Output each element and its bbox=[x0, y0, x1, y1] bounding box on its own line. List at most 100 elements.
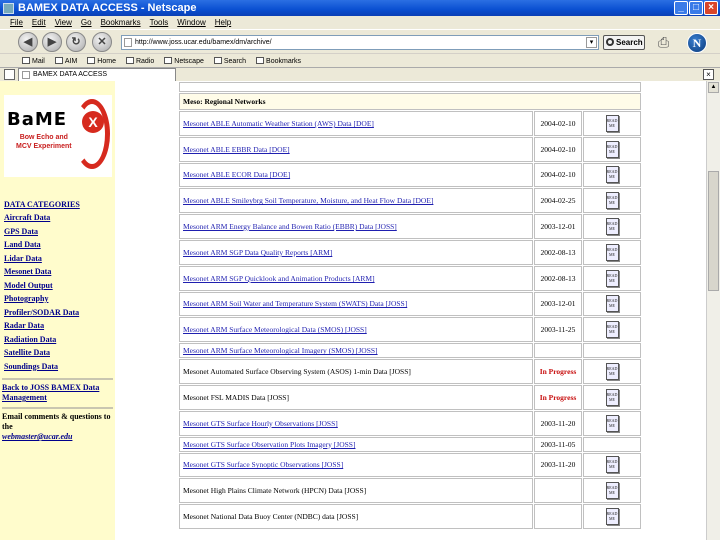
personal-item-search[interactable]: Search bbox=[213, 56, 246, 65]
back-icon[interactable]: ◀ bbox=[18, 32, 38, 52]
dataset-link[interactable]: Mesonet GTS Surface Observation Plots Im… bbox=[183, 440, 355, 449]
forward-icon[interactable]: ▶ bbox=[42, 32, 62, 52]
personal-item-radio[interactable]: Radio bbox=[125, 56, 154, 65]
dataset-link[interactable]: Mesonet ARM SGP Quicklook and Animation … bbox=[183, 274, 375, 283]
dataset-link[interactable]: Mesonet ARM SGP Data Quality Reports [AR… bbox=[183, 248, 332, 257]
search-icon bbox=[606, 38, 614, 46]
table-row: Mesonet GTS Surface Observation Plots Im… bbox=[179, 436, 641, 452]
personal-item-netscape[interactable]: Netscape bbox=[164, 56, 204, 65]
minimize-button[interactable]: _ bbox=[674, 1, 688, 15]
category-link-profiler-sodar[interactable]: Profiler/SODAR Data bbox=[4, 306, 114, 320]
back-to-joss-link[interactable]: Back to JOSS BAMEX Data Management bbox=[2, 383, 112, 403]
readme-icon[interactable]: READ ME bbox=[605, 218, 619, 236]
category-link-photography[interactable]: Photography bbox=[4, 292, 114, 306]
readme-icon[interactable]: READ ME bbox=[605, 482, 619, 500]
readme-icon[interactable]: READ ME bbox=[605, 295, 619, 313]
table-row: Mesonet ARM Energy Balance and Bowen Rat… bbox=[179, 214, 641, 239]
personal-item-aim[interactable]: AIM bbox=[54, 56, 77, 65]
readme-icon[interactable]: READ ME bbox=[605, 114, 619, 132]
new-tab-icon[interactable] bbox=[4, 69, 15, 80]
category-link-soundings[interactable]: Soundings Data bbox=[4, 360, 114, 374]
dataset-link[interactable]: Mesonet ARM Energy Balance and Bowen Rat… bbox=[183, 222, 397, 231]
personal-item-bookmarks[interactable]: Bookmarks bbox=[256, 56, 302, 65]
readme-icon[interactable]: READ ME bbox=[605, 414, 619, 432]
menu-help[interactable]: Help bbox=[215, 18, 231, 27]
menu-window[interactable]: Window bbox=[177, 18, 205, 27]
dataset-link[interactable]: Mesonet ARM Surface Meteorological Data … bbox=[183, 325, 367, 334]
status-cell: In Progress bbox=[534, 384, 582, 410]
tab-bamex-data-access[interactable]: BAMEX DATA ACCESS bbox=[18, 68, 176, 82]
date-cell: 2004-02-25 bbox=[534, 188, 582, 214]
category-link-radar[interactable]: Radar Data bbox=[4, 319, 114, 333]
email-comments-text: Email comments & questions to the bbox=[2, 412, 111, 431]
table-row: Mesonet GTS Surface Synoptic Observation… bbox=[179, 452, 641, 478]
readme-icon[interactable]: READ ME bbox=[605, 140, 619, 158]
dataset-title-cell: Mesonet GTS Surface Synoptic Observation… bbox=[179, 452, 533, 478]
readme-cell: READ ME bbox=[583, 478, 641, 504]
dataset-link[interactable]: Mesonet GTS Surface Synoptic Observation… bbox=[183, 460, 343, 469]
menu-tools[interactable]: Tools bbox=[150, 18, 169, 27]
dataset-title-cell: Mesonet National Data Buoy Center (NDBC)… bbox=[179, 504, 533, 529]
category-link-aircraft[interactable]: Aircraft Data bbox=[4, 211, 114, 225]
category-link-land[interactable]: Land Data bbox=[4, 238, 114, 252]
readme-icon[interactable]: READ ME bbox=[605, 363, 619, 381]
readme-icon[interactable]: READ ME bbox=[605, 321, 619, 339]
dataset-link[interactable]: Mesonet ABLE Automatic Weather Station (… bbox=[183, 119, 374, 128]
close-tab-icon[interactable]: × bbox=[703, 69, 714, 80]
maximize-button[interactable]: □ bbox=[689, 1, 703, 15]
table-row: Mesonet ARM Soil Water and Temperature S… bbox=[179, 291, 641, 317]
readme-icon[interactable]: READ ME bbox=[605, 269, 619, 287]
vertical-scrollbar[interactable]: ▲ bbox=[706, 81, 720, 540]
tab-label: BAMEX DATA ACCESS bbox=[33, 71, 108, 78]
logo-x-mark: X bbox=[82, 111, 104, 133]
dataset-link[interactable]: Mesonet ARM Soil Water and Temperature S… bbox=[183, 299, 407, 308]
stop-icon[interactable]: ✕ bbox=[92, 32, 112, 52]
readme-cell: READ ME bbox=[583, 214, 641, 239]
chevron-down-icon[interactable]: ▾ bbox=[586, 37, 597, 48]
close-button[interactable]: × bbox=[704, 1, 718, 15]
home-icon bbox=[87, 56, 96, 64]
category-link-mesonet[interactable]: Mesonet Data bbox=[4, 265, 114, 279]
menu-edit[interactable]: Edit bbox=[32, 18, 46, 27]
readme-icon[interactable]: READ ME bbox=[605, 456, 619, 474]
reload-icon[interactable]: ↻ bbox=[66, 32, 86, 52]
menu-bookmarks[interactable]: Bookmarks bbox=[101, 18, 141, 27]
dataset-link[interactable]: Mesonet ARM Surface Meteorological Image… bbox=[183, 346, 378, 355]
scroll-up-icon[interactable]: ▲ bbox=[708, 82, 719, 93]
personal-item-mail[interactable]: Mail bbox=[22, 56, 45, 65]
readme-icon[interactable]: READ ME bbox=[605, 508, 619, 526]
dataset-link[interactable]: Mesonet ABLE EBBR Data [DOE] bbox=[183, 145, 290, 154]
readme-icon[interactable]: READ ME bbox=[605, 243, 619, 261]
menu-go[interactable]: Go bbox=[81, 18, 92, 27]
table-row: Mesonet ABLE ECOR Data [DOE] 2004-02-10 RE… bbox=[179, 162, 641, 188]
personal-item-home[interactable]: Home bbox=[87, 56, 116, 65]
url-field[interactable]: http://www.joss.ucar.edu/bamex/dm/archiv… bbox=[121, 35, 599, 50]
dataset-title-cell: Mesonet GTS Surface Observation Plots Im… bbox=[179, 436, 533, 452]
readme-icon[interactable]: READ ME bbox=[605, 192, 619, 210]
readme-icon[interactable]: READ ME bbox=[605, 166, 619, 184]
readme-icon[interactable]: READ ME bbox=[605, 388, 619, 406]
dataset-link[interactable]: Mesonet GTS Surface Hourly Observations … bbox=[183, 419, 338, 428]
menu-view[interactable]: View bbox=[55, 18, 72, 27]
sidebar: BaME X Bow Echo and MCV Experiment DATA … bbox=[0, 81, 115, 540]
scrollbar-thumb[interactable] bbox=[708, 171, 719, 291]
category-link-model-output[interactable]: Model Output bbox=[4, 279, 114, 293]
menu-file[interactable]: File bbox=[10, 18, 23, 27]
personal-item-label: Bookmarks bbox=[266, 57, 302, 65]
print-icon[interactable]: ⎙ bbox=[658, 34, 678, 50]
dataset-title-cell: Mesonet ABLE Smileybrg Soil Temperature,… bbox=[179, 188, 533, 214]
dataset-link[interactable]: Mesonet ABLE Smileybrg Soil Temperature,… bbox=[183, 196, 433, 205]
webmaster-email-link[interactable]: webmaster@ucar.edu bbox=[2, 432, 72, 441]
readme-cell: READ ME bbox=[583, 317, 641, 343]
search-button[interactable]: Search bbox=[603, 35, 645, 50]
dataset-title: Mesonet National Data Buoy Center (NDBC)… bbox=[183, 512, 359, 522]
category-link-satellite[interactable]: Satellite Data bbox=[4, 346, 114, 360]
date-cell: 2003-11-05 bbox=[534, 436, 582, 452]
personal-item-label: Mail bbox=[32, 57, 45, 65]
netscape-logo-icon[interactable]: N bbox=[687, 33, 707, 53]
category-link-radiation[interactable]: Radiation Data bbox=[4, 333, 114, 347]
dataset-link[interactable]: Mesonet ABLE ECOR Data [DOE] bbox=[183, 170, 290, 179]
category-link-lidar[interactable]: Lidar Data bbox=[4, 252, 114, 266]
category-link-gps[interactable]: GPS Data bbox=[4, 225, 114, 239]
table-row: Mesonet ABLE Automatic Weather Station (… bbox=[179, 111, 641, 136]
